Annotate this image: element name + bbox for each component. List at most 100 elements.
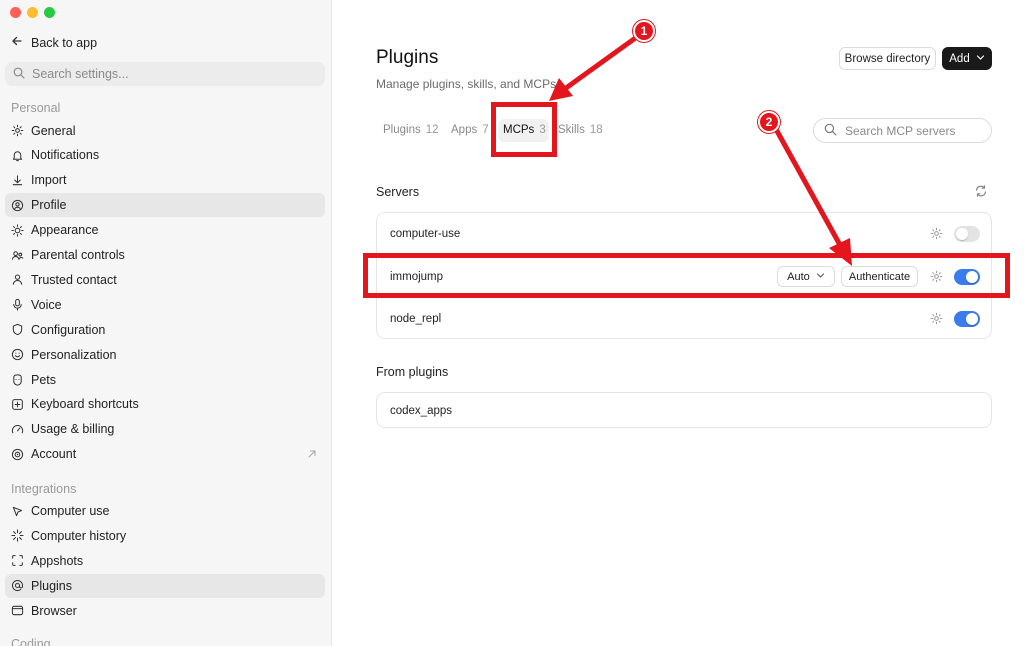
tab-skills-count: 18 xyxy=(589,124,603,136)
refresh-icon[interactable] xyxy=(974,184,988,203)
sidebar-item-label: Parental controls xyxy=(31,248,125,262)
sidebar-item-label: Computer use xyxy=(31,504,110,518)
gauge-icon xyxy=(11,423,24,436)
sparkle-icon xyxy=(11,529,24,542)
plugin-server-row[interactable]: codex_apps xyxy=(377,390,991,432)
sidebar-item-label: Profile xyxy=(31,198,67,213)
settings-sidebar: Back to app Search settings... Personal … xyxy=(0,0,332,646)
tab-plugins-count: 12 xyxy=(425,124,439,136)
browser-icon xyxy=(11,604,24,617)
add-button[interactable]: Add xyxy=(942,47,992,70)
arrow-1-shaft xyxy=(563,36,637,91)
sidebar-item-label: Appshots xyxy=(31,553,84,568)
sidebar-item-pets[interactable]: Pets xyxy=(5,368,325,392)
sidebar-item-appearance[interactable]: Appearance xyxy=(5,218,325,242)
server-name: immojump xyxy=(390,270,444,283)
gear-icon[interactable] xyxy=(930,312,943,328)
integrations-section-label: Integrations xyxy=(11,482,77,496)
sidebar-item-trusted-contact[interactable]: Trusted contact xyxy=(5,268,325,292)
users-icon xyxy=(11,249,24,262)
sidebar-item-parental-controls[interactable]: Parental controls xyxy=(5,243,325,267)
back-to-app-link[interactable]: Back to app xyxy=(11,35,97,50)
sidebar-item-label: Pets xyxy=(31,372,57,387)
tab-apps[interactable]: Apps 7 xyxy=(451,124,489,136)
mcp-search-input[interactable]: Search MCP servers xyxy=(813,118,992,143)
minimize-window-button[interactable] xyxy=(27,7,38,18)
globe-icon xyxy=(11,448,24,461)
servers-heading: Servers xyxy=(376,185,420,199)
sidebar-item-label: General xyxy=(31,123,76,138)
tab-mcps-count: 3 xyxy=(539,124,546,136)
tab-mcps-label: MCPs xyxy=(503,124,535,136)
from-plugins-card: codex_apps xyxy=(376,392,992,428)
sidebar-item-label: Browser xyxy=(31,603,77,618)
authenticate-button[interactable]: Authenticate xyxy=(841,266,918,287)
server-enabled-toggle[interactable] xyxy=(954,269,980,285)
settings-search-input[interactable]: Search settings... xyxy=(5,62,325,86)
sidebar-item-label: Notifications xyxy=(31,148,100,163)
gear-icon[interactable] xyxy=(930,270,943,286)
search-icon xyxy=(13,67,25,82)
tab-skills-label: Skills xyxy=(558,124,585,136)
server-row-immojump: immojump Auto Authenticate xyxy=(377,255,991,297)
person-icon xyxy=(11,273,24,286)
auth-mode-dropdown[interactable]: Auto xyxy=(777,266,835,287)
sidebar-item-appshots[interactable]: Appshots xyxy=(5,549,325,573)
server-name: node_repl xyxy=(390,312,442,325)
plugin-server-name: codex_apps xyxy=(390,405,453,417)
tab-mcps[interactable]: MCPs 3 xyxy=(503,124,546,136)
sidebar-item-account[interactable]: Account xyxy=(5,442,325,466)
sidebar-item-general[interactable]: General xyxy=(5,119,325,143)
cursor-icon xyxy=(11,505,24,518)
bell-icon xyxy=(11,149,24,162)
chevron-down-icon xyxy=(816,271,825,283)
sidebar-item-browser[interactable]: Browser xyxy=(5,599,325,623)
sidebar-item-profile[interactable]: Profile xyxy=(5,193,325,218)
personal-section-label: Personal xyxy=(11,101,61,115)
sidebar-item-keyboard-shortcuts[interactable]: Keyboard shortcuts xyxy=(5,392,325,416)
plus-square-icon xyxy=(11,398,24,411)
sidebar-item-label: Appearance xyxy=(31,223,99,238)
server-enabled-toggle[interactable] xyxy=(954,311,980,327)
annotation-badge-2: 2 xyxy=(758,111,780,133)
sidebar-item-computer-history[interactable]: Computer history xyxy=(5,524,325,548)
pet-icon xyxy=(11,373,24,386)
zoom-window-button[interactable] xyxy=(44,7,55,18)
sidebar-item-label: Trusted contact xyxy=(31,272,117,287)
smile-icon xyxy=(11,348,24,361)
sidebar-item-voice[interactable]: Voice xyxy=(5,293,325,317)
from-plugins-heading: From plugins xyxy=(376,365,449,379)
sidebar-item-label: Plugins xyxy=(31,578,72,593)
auth-mode-value: Auto xyxy=(787,270,810,283)
tab-plugins[interactable]: Plugins 12 xyxy=(383,124,439,136)
sidebar-item-plugins[interactable]: Plugins xyxy=(5,573,325,598)
shield-icon xyxy=(11,323,24,336)
coding-section-label: Coding xyxy=(11,637,51,646)
sidebar-item-usage-billing[interactable]: Usage & billing xyxy=(5,417,325,441)
sidebar-item-computer-use[interactable]: Computer use xyxy=(5,499,325,523)
settings-search-placeholder: Search settings... xyxy=(32,67,129,81)
sidebar-item-label: Voice xyxy=(31,297,62,312)
tab-skills[interactable]: Skills 18 xyxy=(558,124,603,136)
sidebar-item-configuration[interactable]: Configuration xyxy=(5,318,325,342)
page-title: Plugins xyxy=(376,47,439,68)
sidebar-item-personalization[interactable]: Personalization xyxy=(5,343,325,367)
user-circle-icon xyxy=(11,199,24,212)
sidebar-item-label: Usage & billing xyxy=(31,422,115,437)
server-name: computer-use xyxy=(390,228,461,240)
microphone-icon xyxy=(11,298,24,311)
sidebar-item-notifications[interactable]: Notifications xyxy=(5,143,325,167)
add-button-label: Add xyxy=(949,52,970,65)
sidebar-item-import[interactable]: Import xyxy=(5,168,325,192)
server-row-computer-use: computer-use xyxy=(377,213,991,255)
search-icon xyxy=(824,123,837,139)
download-icon xyxy=(11,174,24,187)
sidebar-item-label: Personalization xyxy=(31,347,117,362)
server-enabled-toggle[interactable] xyxy=(954,226,980,242)
close-window-button[interactable] xyxy=(10,7,21,18)
browse-directory-button[interactable]: Browse directory xyxy=(839,47,936,70)
gear-icon[interactable] xyxy=(930,227,943,243)
tab-apps-count: 7 xyxy=(482,124,489,136)
sidebar-item-label: Computer history xyxy=(31,528,127,543)
sidebar-item-label: Configuration xyxy=(31,322,106,337)
